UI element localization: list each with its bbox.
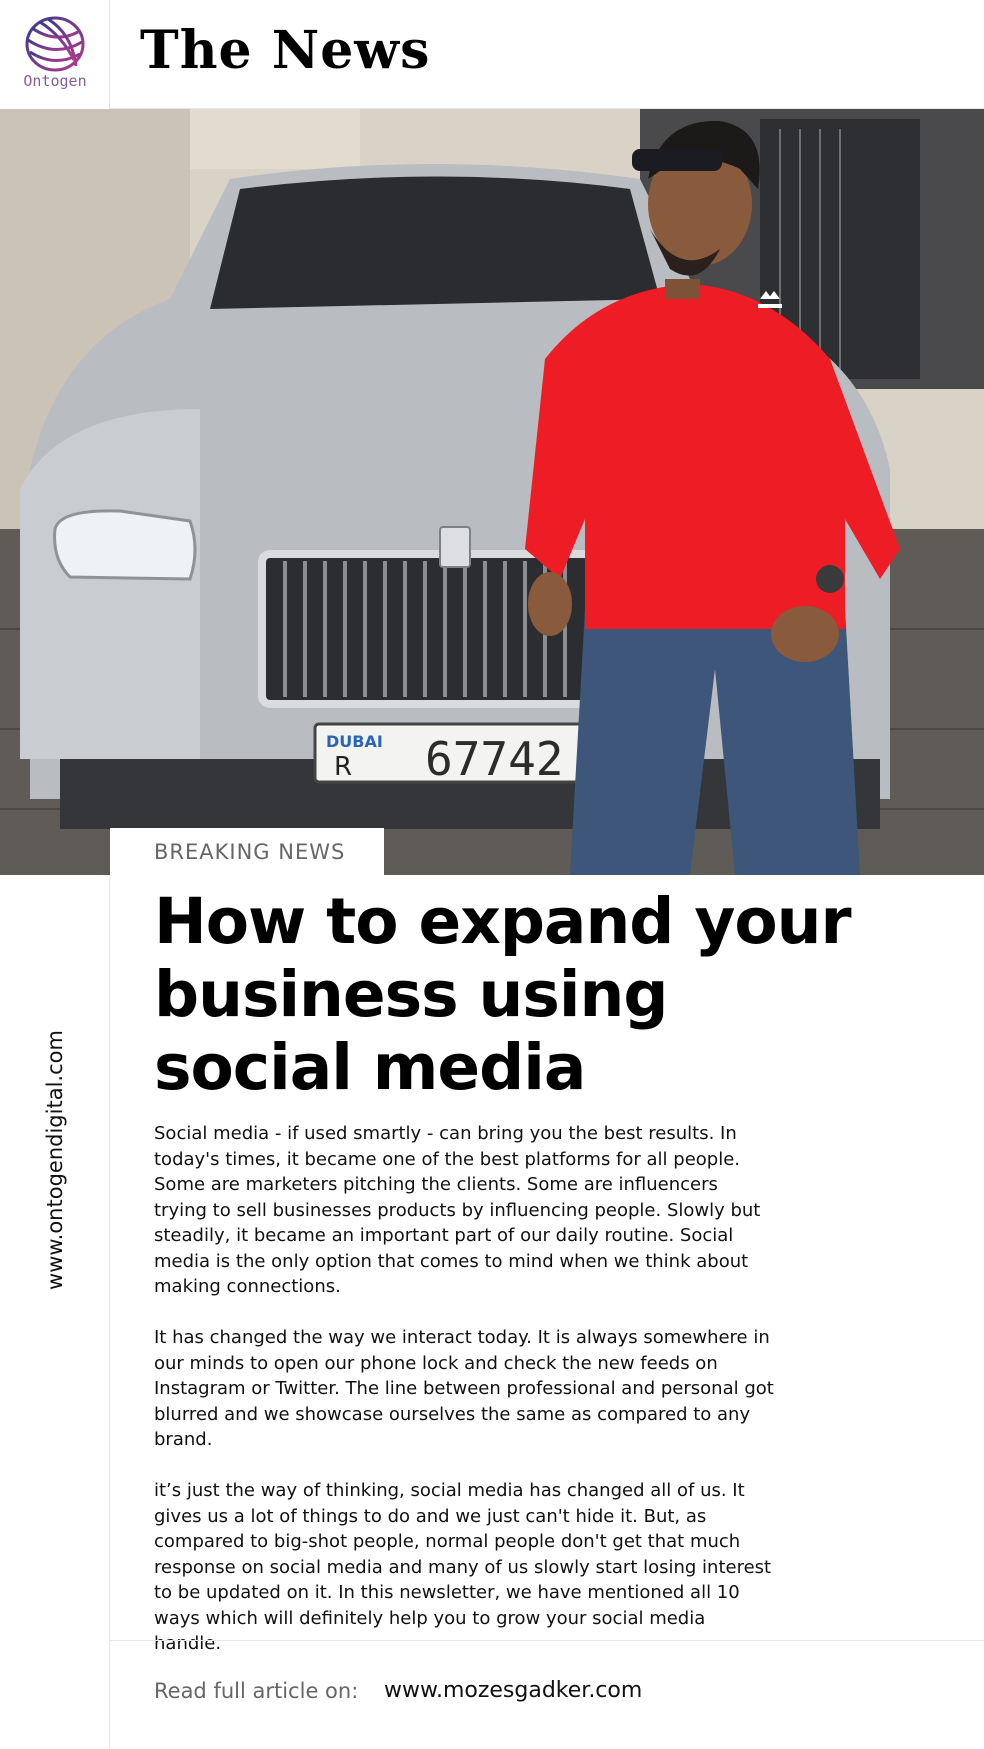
article-headline: How to expand your business using social…: [154, 885, 852, 1104]
article-paragraph: It has changed the way we interact today…: [154, 1327, 774, 1450]
article-paragraph: Social media - if used smartly - can bri…: [154, 1123, 761, 1297]
license-plate: DUBAI R 67742: [313, 722, 592, 786]
masthead-title: The News: [140, 20, 431, 81]
plate-number: 67742: [425, 732, 563, 786]
globe-logo-icon: [25, 16, 85, 72]
breaking-news-label: BREAKING NEWS: [154, 840, 346, 864]
article-link[interactable]: www.mozesgadker.com: [384, 1678, 642, 1703]
hero-photo: DUBAI R 67742: [0, 109, 984, 875]
breaking-news-tag: BREAKING NEWS: [110, 828, 384, 876]
ontogen-logo[interactable]: Ontogen: [14, 14, 96, 96]
vertical-website-url[interactable]: www.ontogendigital.com: [43, 1030, 67, 1290]
hero-image: DUBAI R 67742: [0, 109, 984, 875]
plate-emirate: DUBAI: [326, 732, 383, 751]
article-paragraph: it’s just the way of thinking, social me…: [154, 1480, 772, 1654]
read-full-article-label: Read full article on:: [154, 1679, 359, 1703]
logo-wordmark: Ontogen: [23, 72, 87, 90]
footer: Read full article on: www.mozesgadker.co…: [110, 1640, 984, 1749]
plate-letter: R: [334, 752, 352, 782]
header: The News: [110, 0, 984, 109]
article-body: Social media - if used smartly - can bri…: [154, 1121, 774, 1682]
